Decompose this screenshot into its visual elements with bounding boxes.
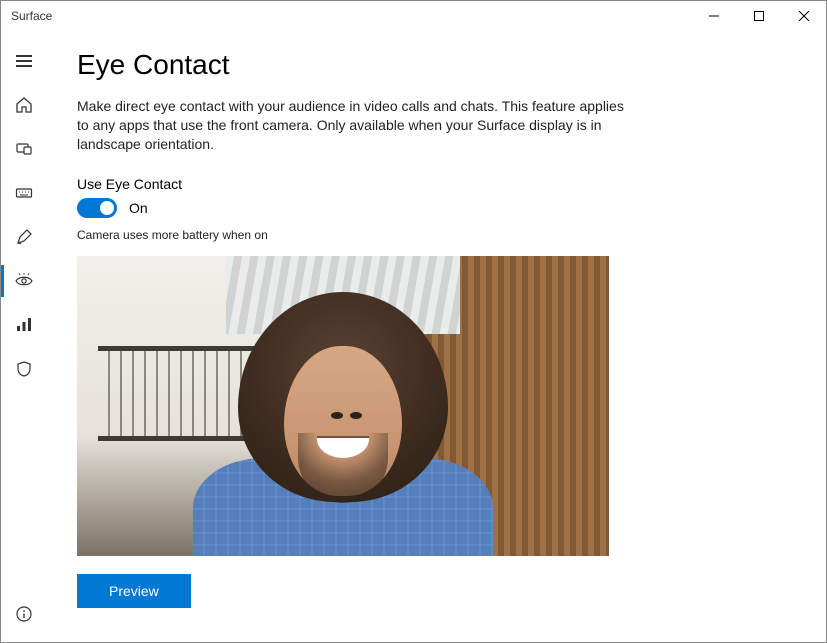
toggle-state-text: On	[129, 200, 148, 216]
home-icon	[15, 96, 33, 114]
toggle-knob	[100, 201, 114, 215]
toggle-label: Use Eye Contact	[77, 176, 796, 192]
battery-hint: Camera uses more battery when on	[77, 228, 796, 242]
window-title: Surface	[11, 9, 52, 23]
sidebar-item-keyboard[interactable]	[1, 171, 47, 215]
sidebar-item-device[interactable]	[1, 127, 47, 171]
sidebar-item-data[interactable]	[1, 303, 47, 347]
window-controls	[691, 1, 826, 31]
info-icon	[15, 605, 33, 623]
device-icon	[15, 140, 33, 158]
page-title: Eye Contact	[77, 49, 796, 81]
eye-contact-toggle[interactable]	[77, 198, 117, 218]
hamburger-icon	[15, 52, 33, 70]
sidebar-item-info[interactable]	[1, 592, 47, 636]
content-area: Eye Contact Make direct eye contact with…	[47, 31, 826, 642]
sidebar-item-pen[interactable]	[1, 215, 47, 259]
eye-icon	[15, 272, 33, 290]
minimize-button[interactable]	[691, 1, 736, 31]
close-button[interactable]	[781, 1, 826, 31]
pen-icon	[15, 228, 33, 246]
keyboard-icon	[15, 184, 33, 202]
sidebar-item-security[interactable]	[1, 347, 47, 391]
titlebar: Surface	[1, 1, 826, 31]
sidebar-item-eye-contact[interactable]	[1, 259, 47, 303]
page-description: Make direct eye contact with your audien…	[77, 97, 637, 154]
camera-preview-image	[77, 256, 609, 556]
sidebar	[1, 31, 47, 642]
hamburger-menu-button[interactable]	[1, 39, 47, 83]
sidebar-item-home[interactable]	[1, 83, 47, 127]
maximize-button[interactable]	[736, 1, 781, 31]
shield-icon	[15, 360, 33, 378]
bars-icon	[15, 316, 33, 334]
preview-button[interactable]: Preview	[77, 574, 191, 608]
